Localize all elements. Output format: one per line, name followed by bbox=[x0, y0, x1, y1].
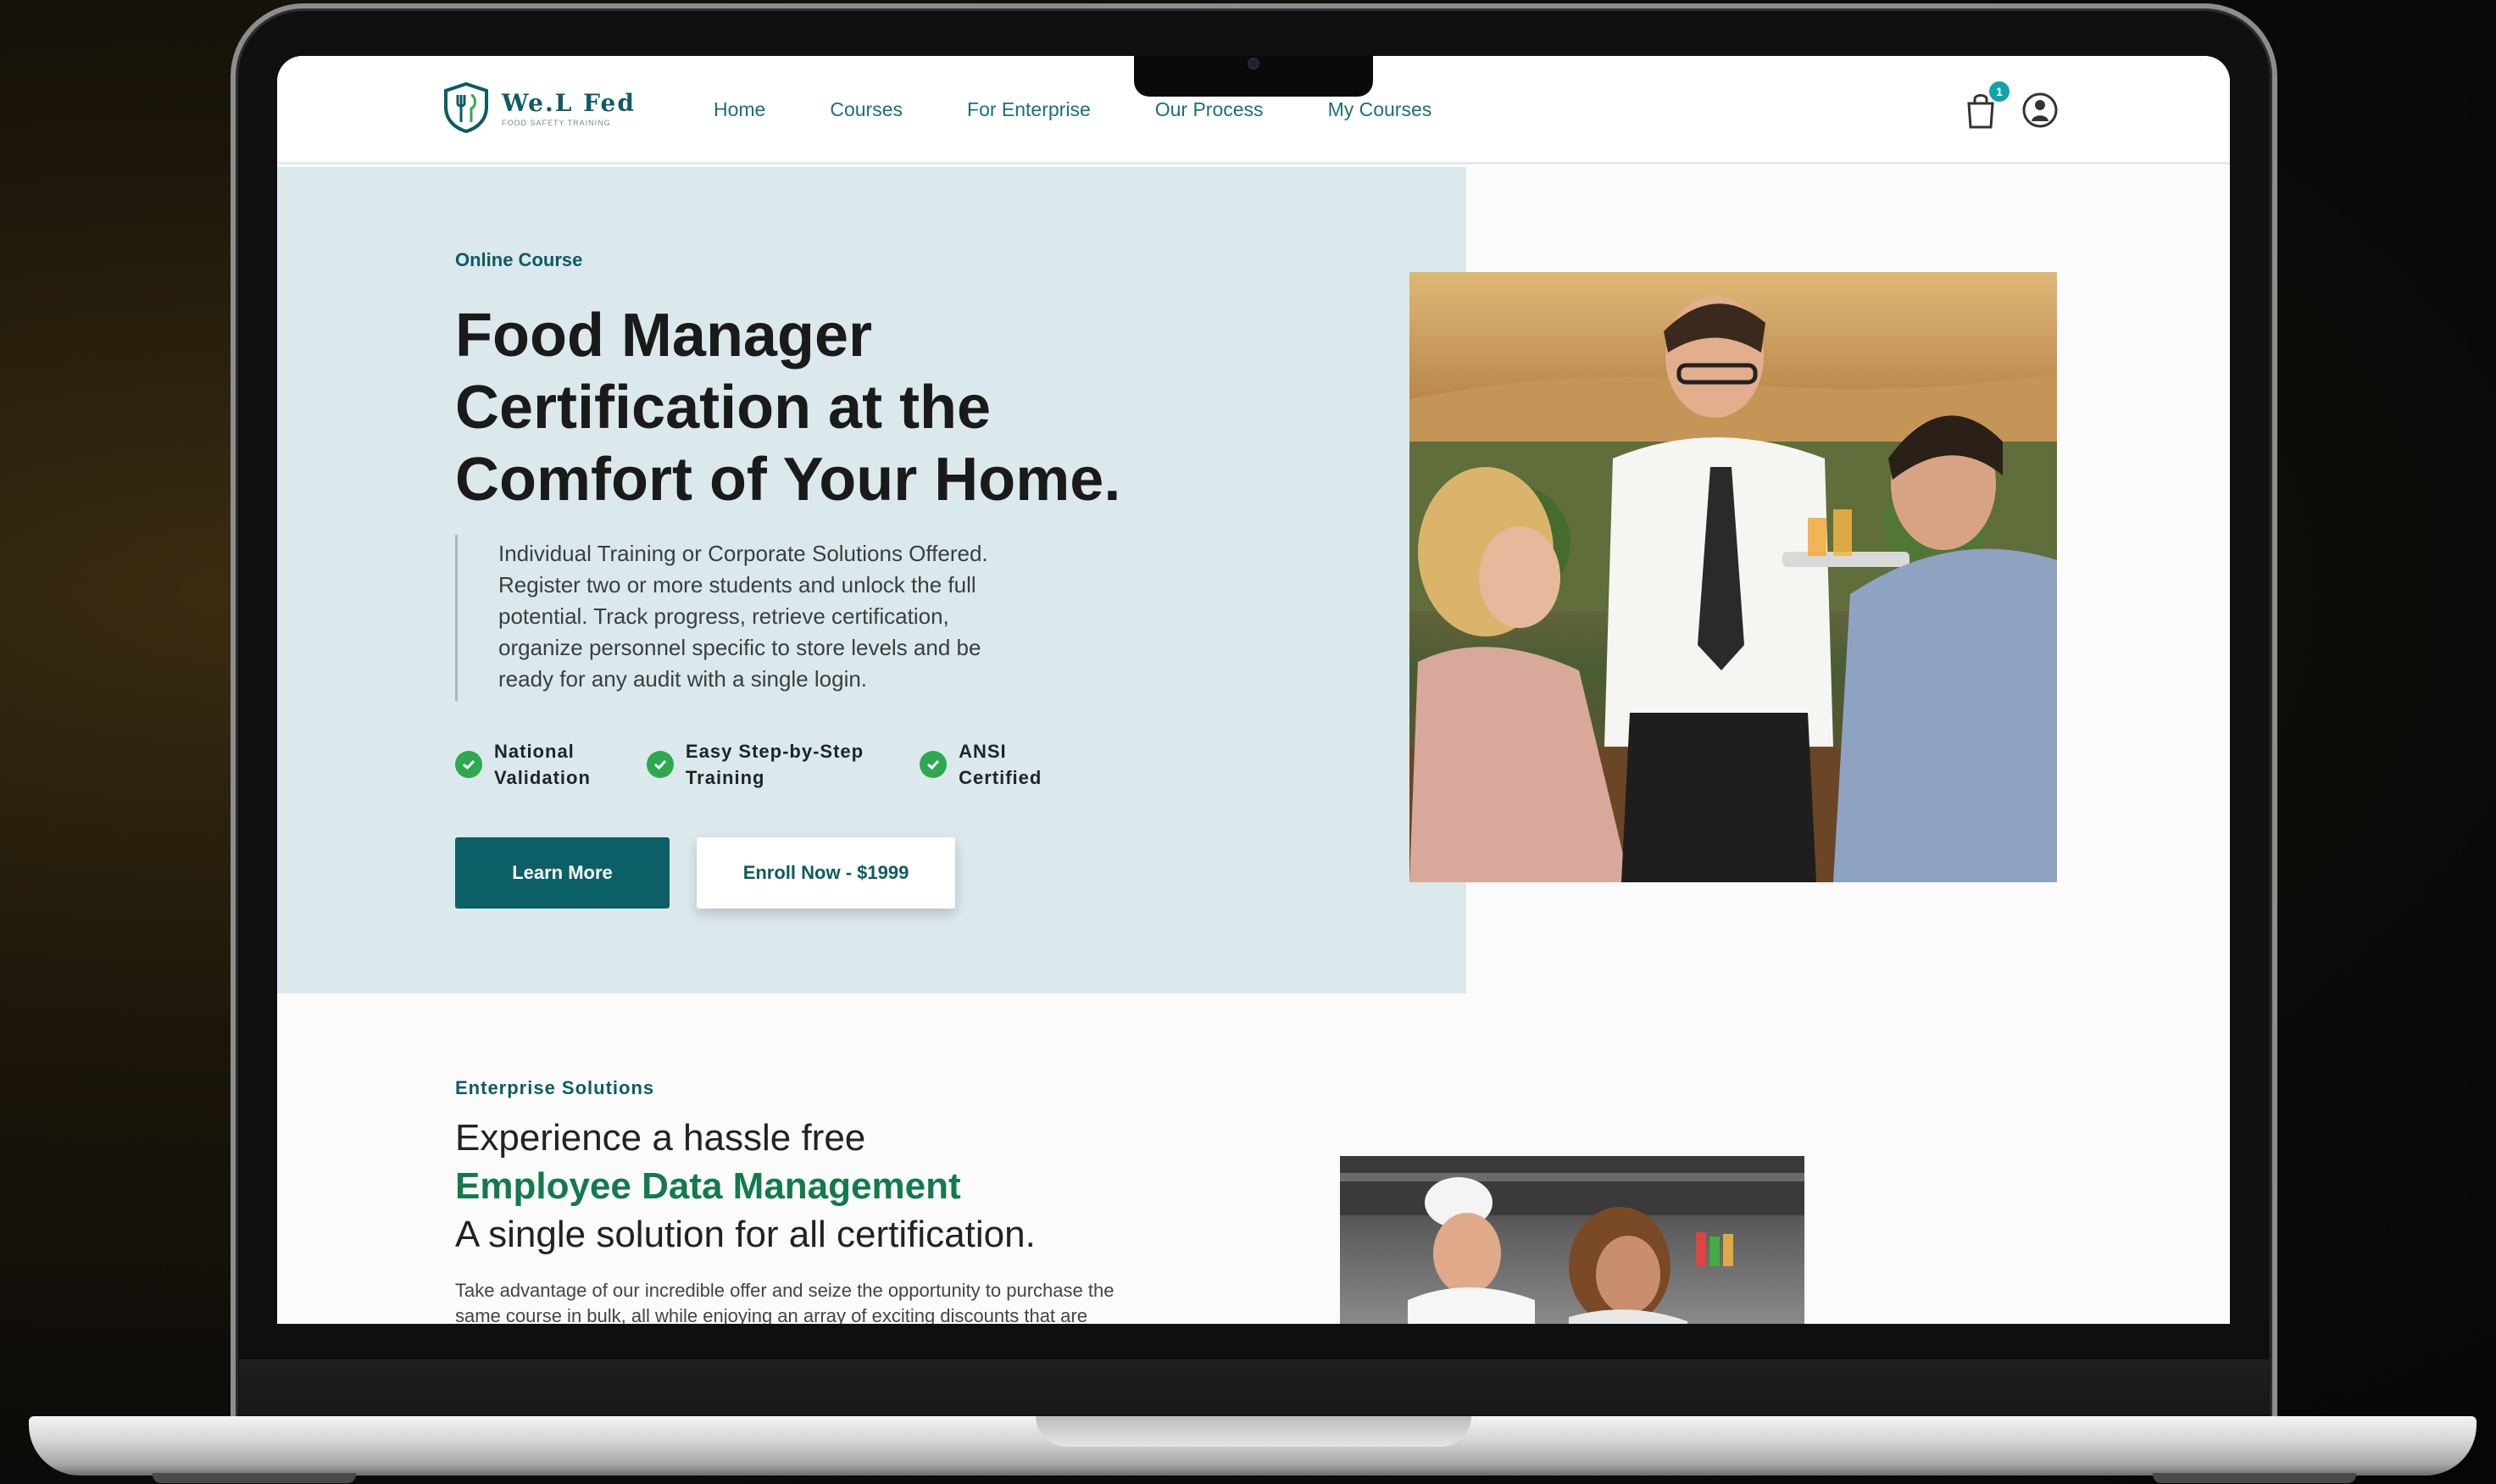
laptop-foot bbox=[153, 1473, 356, 1483]
nav-for-enterprise[interactable]: For Enterprise bbox=[967, 98, 1091, 121]
shopping-bag-icon bbox=[1964, 94, 1998, 132]
camera-icon bbox=[1248, 58, 1259, 69]
camera-notch bbox=[1134, 56, 1373, 97]
feature-item: Easy Step-by-Step Training bbox=[646, 738, 864, 791]
hero-title-line: Certification at the bbox=[455, 374, 992, 442]
nav-our-process[interactable]: Our Process bbox=[1155, 98, 1264, 121]
hero-eyebrow: Online Course bbox=[455, 249, 583, 270]
logo-tagline: FOOD SAFETY TRAINING bbox=[502, 118, 611, 127]
nav-home[interactable]: Home bbox=[714, 98, 765, 121]
enterprise-heading-highlight: Employee Data Management bbox=[455, 1165, 961, 1207]
hero-description-line: Individual Training or Corporate Solutio… bbox=[498, 541, 988, 566]
check-circle-icon bbox=[455, 751, 482, 778]
enterprise-body-line: Take advantage of our incredible offer a… bbox=[455, 1280, 1115, 1301]
main-nav: Home Courses For Enterprise Our Process … bbox=[714, 98, 1431, 121]
hero-title-line: Food Manager bbox=[455, 302, 873, 370]
nav-my-courses[interactable]: My Courses bbox=[1328, 98, 1432, 121]
enterprise-body-line: same course in bulk, all while enjoying … bbox=[455, 1305, 1087, 1324]
cart-button[interactable]: 1 bbox=[1964, 81, 2010, 132]
feature-item: ANSI Certified bbox=[920, 738, 1042, 791]
laptop-thumb-notch bbox=[1036, 1416, 1471, 1447]
feature-item: National Validation bbox=[455, 738, 591, 791]
enterprise-heading-line: Experience a hassle free bbox=[455, 1117, 866, 1159]
learn-more-button[interactable]: Learn More bbox=[455, 837, 670, 909]
feature-label: ANSI Certified bbox=[959, 741, 1042, 788]
check-circle-icon bbox=[920, 751, 948, 778]
enterprise-heading-line: A single solution for all certification. bbox=[455, 1214, 1036, 1255]
cart-count-badge: 1 bbox=[1989, 81, 2010, 102]
hero-description-line: ready for any audit with a single login. bbox=[498, 666, 868, 692]
enterprise-eyebrow: Enterprise Solutions bbox=[455, 1077, 655, 1098]
enroll-now-button[interactable]: Enroll Now - $1999 bbox=[697, 837, 955, 909]
feature-list: National Validation Easy Step-by-Step Tr… bbox=[455, 738, 1042, 791]
hero-restaurant-photo bbox=[1409, 272, 2057, 882]
user-profile-icon bbox=[2021, 92, 2059, 132]
hero-title-line: Comfort of Your Home. bbox=[455, 446, 1121, 514]
hero-description-line: organize personnel specific to store lev… bbox=[498, 635, 981, 660]
account-button[interactable] bbox=[2021, 92, 2059, 133]
logo-wordmark: We.L Fed bbox=[502, 88, 636, 117]
feature-label: National Validation bbox=[494, 741, 591, 788]
kitchen-staff-photo bbox=[1340, 1156, 1804, 1324]
hero-description: Individual Training or Corporate Solutio… bbox=[455, 535, 1082, 701]
shield-fork-logo-icon bbox=[442, 81, 490, 134]
check-circle-icon bbox=[646, 751, 674, 778]
browser-viewport: We.L Fed FOOD SAFETY TRAINING Home Cours… bbox=[277, 56, 2230, 1324]
feature-label: Easy Step-by-Step Training bbox=[685, 741, 864, 788]
laptop-hinge bbox=[239, 1359, 2269, 1415]
laptop-foot bbox=[2153, 1473, 2356, 1483]
hero-description-line: Register two or more students and unlock… bbox=[498, 572, 976, 597]
hero-title: Food Manager Certification at the Comfor… bbox=[455, 300, 1218, 516]
hero-description-line: potential. Track progress, retrieve cert… bbox=[498, 603, 949, 629]
nav-courses[interactable]: Courses bbox=[830, 98, 903, 121]
enterprise-body: Take advantage of our incredible offer a… bbox=[455, 1278, 1269, 1324]
site-logo[interactable]: We.L Fed FOOD SAFETY TRAINING bbox=[442, 81, 636, 134]
